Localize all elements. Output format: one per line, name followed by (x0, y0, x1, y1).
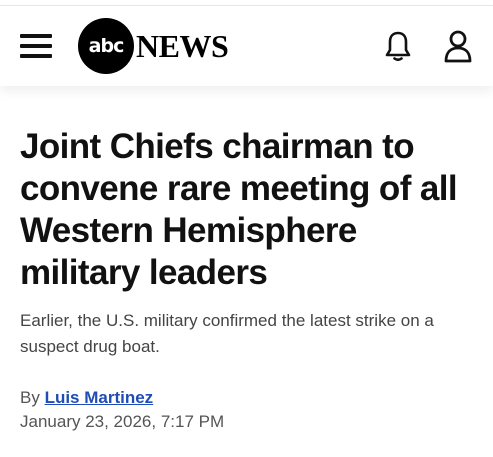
byline-prefix: By (20, 388, 45, 407)
header-actions (383, 29, 473, 63)
user-icon[interactable] (443, 29, 473, 63)
byline: By Luis Martinez (20, 386, 473, 410)
author-link[interactable]: Luis Martinez (45, 388, 154, 407)
article-headline: Joint Chiefs chairman to convene rare me… (20, 127, 458, 292)
site-header: abc NEWS (0, 6, 493, 86)
abc-news-logo[interactable]: abc NEWS (78, 18, 229, 74)
article: Joint Chiefs chairman to convene rare me… (0, 86, 493, 434)
logo-circle: abc (78, 18, 134, 74)
hamburger-menu-icon[interactable] (20, 34, 52, 58)
logo-wordmark: NEWS (136, 27, 229, 64)
article-summary: Earlier, the U.S. military confirmed the… (20, 311, 434, 356)
bell-icon[interactable] (383, 29, 413, 63)
publish-date: January 23, 2026, 7:17 PM (20, 412, 225, 431)
